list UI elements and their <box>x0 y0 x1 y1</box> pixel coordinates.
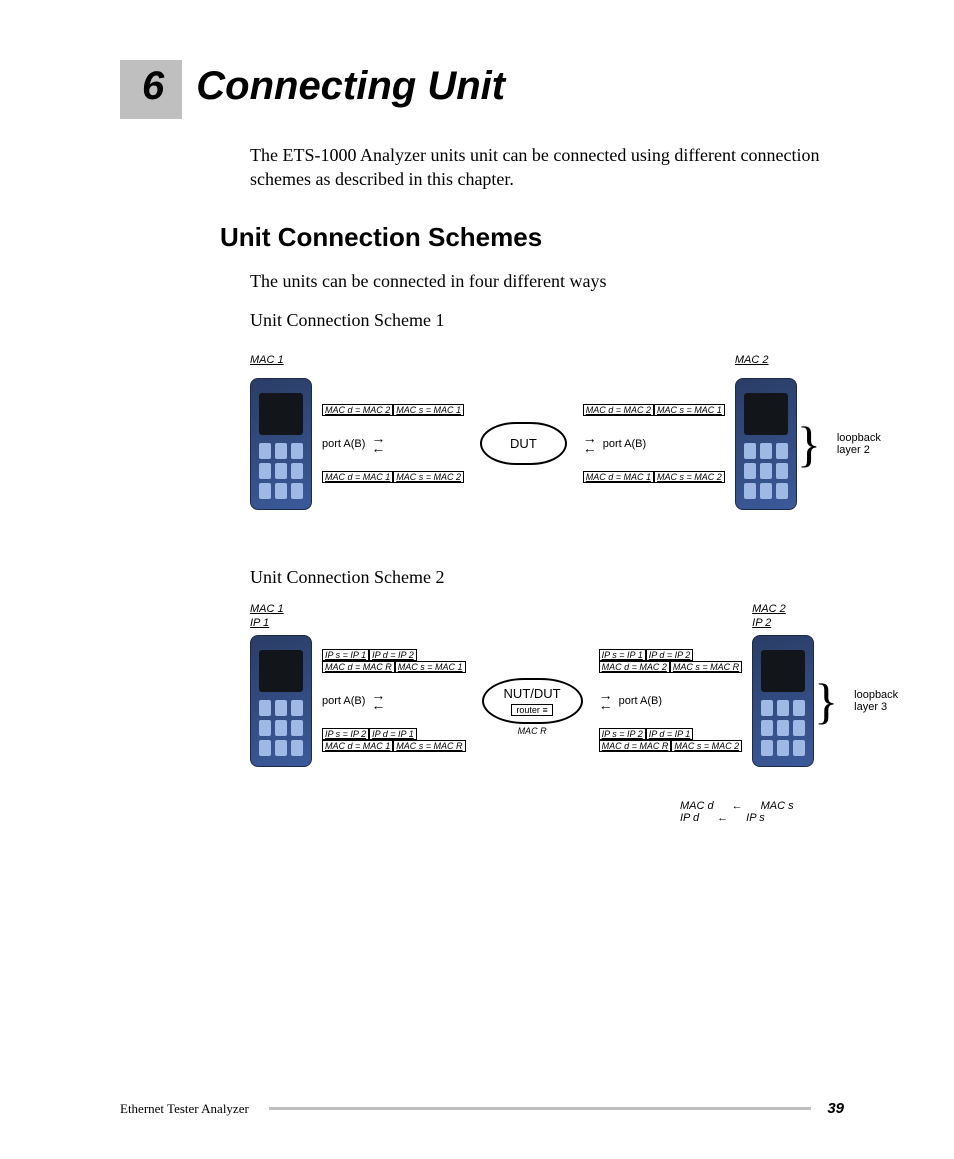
bidirectional-arrow-icon <box>583 434 597 453</box>
nut-dut-node: NUT/DUT router ≡ MAC R <box>482 678 583 724</box>
scheme2-right-ip-label: IP 2 <box>752 617 771 629</box>
port-label: port A(B) <box>322 438 365 450</box>
scheme1-left-mac-label: MAC 1 <box>250 354 284 366</box>
section-lead-text: The units can be connected in four diffe… <box>250 271 844 292</box>
analyzer-device-icon <box>752 635 814 767</box>
analyzer-device-icon <box>735 378 797 510</box>
legend-macs: MAC s <box>761 800 794 812</box>
ip-field: IP d = IP 2 <box>646 649 694 661</box>
scheme1-caption: Unit Connection Scheme 1 <box>250 310 844 331</box>
scheme2-right-link: IP s = IP 1 IP d = IP 2 MAC d = MAC 2 MA… <box>599 649 743 752</box>
chapter-intro-text: The ETS-1000 Analyzer units unit can be … <box>250 143 834 192</box>
loopback-label: loopback layer 3 <box>854 689 924 713</box>
bidirectional-arrow-icon <box>599 691 613 710</box>
ip-field: IP s = IP 1 <box>322 649 369 661</box>
chapter-header: 6 Connecting Unit <box>120 60 844 119</box>
mac-field: MAC d = MAC 1 <box>583 471 654 483</box>
document-page: 6 Connecting Unit The ETS-1000 Analyzer … <box>0 0 954 1159</box>
mac-field: MAC s = MAC 1 <box>395 661 466 673</box>
port-label: port A(B) <box>619 695 662 707</box>
port-label: port A(B) <box>322 695 365 707</box>
brace-icon: } <box>797 439 821 449</box>
swap-arrow-icon: ← <box>717 812 728 824</box>
swap-arrow-icon: ← <box>732 800 743 812</box>
scheme2-legend: MAC d ← MAC s IP d ← IP s <box>680 800 844 824</box>
scheme1-right-mac-label: MAC 2 <box>735 354 769 366</box>
loopback-label: loopback layer 2 <box>837 432 907 456</box>
mac-field: MAC d = MAC R <box>322 661 395 673</box>
chapter-title: Connecting Unit <box>196 64 505 109</box>
bidirectional-arrow-icon <box>371 691 385 710</box>
router-label: router <box>516 705 540 715</box>
ip-field: IP s = IP 2 <box>322 728 369 740</box>
brace-icon: } <box>814 696 838 706</box>
mac-field: MAC s = MAC R <box>670 661 742 673</box>
router-mac-label: MAC R <box>518 726 547 736</box>
mac-field: MAC s = MAC 1 <box>393 404 464 416</box>
connection-scheme-2-diagram: MAC 1 IP 1 IP s = IP 1 IP d = IP 2 MAC d… <box>250 606 844 824</box>
legend-ipd: IP d <box>680 812 699 824</box>
mac-field: MAC s = MAC 1 <box>654 404 725 416</box>
mac-field: MAC s = MAC 2 <box>393 471 464 483</box>
scheme2-caption: Unit Connection Scheme 2 <box>250 567 844 588</box>
legend-macd: MAC d <box>680 800 714 812</box>
scheme2-left-ip-label: IP 1 <box>250 617 269 629</box>
section-heading: Unit Connection Schemes <box>220 222 844 253</box>
port-label: port A(B) <box>603 438 646 450</box>
ip-field: IP s = IP 1 <box>599 649 646 661</box>
footer-rule <box>269 1107 812 1110</box>
scheme1-left-link: MAC d = MAC 2 MAC s = MAC 1 port A(B) MA… <box>322 404 464 483</box>
footer-doc-title: Ethernet Tester Analyzer <box>120 1101 249 1117</box>
ip-field: IP s = IP 2 <box>599 728 646 740</box>
bidirectional-arrow-icon <box>371 434 385 453</box>
nut-dut-label: NUT/DUT <box>504 686 561 701</box>
mac-field: MAC d = MAC 2 <box>583 404 654 416</box>
dut-node: DUT <box>480 422 567 465</box>
analyzer-device-icon <box>250 378 312 510</box>
scheme2-right-mac-label: MAC 2 <box>752 603 786 615</box>
mac-field: MAC d = MAC 2 <box>322 404 393 416</box>
scheme2-left-mac-label: MAC 1 <box>250 603 284 615</box>
ip-field: IP d = IP 1 <box>369 728 417 740</box>
legend-ips: IP s <box>746 812 765 824</box>
scheme2-left-link: IP s = IP 1 IP d = IP 2 MAC d = MAC R MA… <box>322 649 466 752</box>
ip-field: IP d = IP 1 <box>646 728 694 740</box>
mac-field: MAC s = MAC 2 <box>671 740 742 752</box>
mac-field: MAC d = MAC 2 <box>599 661 670 673</box>
analyzer-device-icon <box>250 635 312 767</box>
mac-field: MAC s = MAC 2 <box>654 471 725 483</box>
dut-label: DUT <box>510 436 537 451</box>
ip-field: IP d = IP 2 <box>369 649 417 661</box>
scheme1-right-link: MAC d = MAC 2 MAC s = MAC 1 port A(B) MA… <box>583 404 725 483</box>
mac-field: MAC d = MAC 1 <box>322 740 393 752</box>
mac-field: MAC d = MAC 1 <box>322 471 393 483</box>
connection-scheme-1-diagram: MAC 1 MAC d = MAC 2 MAC s = MAC 1 port A… <box>250 349 844 539</box>
chapter-number-badge: 6 <box>120 60 182 119</box>
mac-field: MAC s = MAC R <box>393 740 465 752</box>
mac-field: MAC d = MAC R <box>599 740 672 752</box>
page-footer: Ethernet Tester Analyzer 39 <box>120 1100 844 1117</box>
footer-page-number: 39 <box>827 1100 844 1117</box>
